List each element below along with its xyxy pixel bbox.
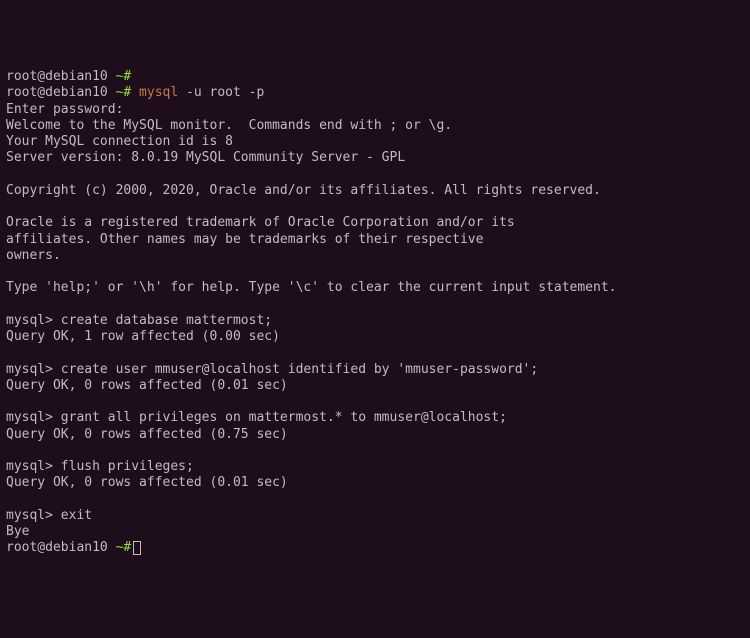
sql-result-4: Query OK, 0 rows affected (0.01 sec) [6, 475, 744, 491]
sql-flush-privileges: mysql> flush privileges; [6, 459, 744, 475]
blank-line [6, 492, 744, 508]
command-args: -u root -p [178, 85, 264, 100]
sql-grant-privileges: mysql> grant all privileges on mattermos… [6, 410, 744, 426]
output-trademark-1: Oracle is a registered trademark of Orac… [6, 215, 744, 231]
sql-result-3: Query OK, 0 rows affected (0.75 sec) [6, 427, 744, 443]
prompt-path: ~# [108, 69, 131, 84]
sql-exit: mysql> exit [6, 508, 744, 524]
prompt-path: ~# [108, 540, 131, 555]
output-bye: Bye [6, 524, 744, 540]
terminal-output[interactable]: root@debian10 ~#root@debian10 ~# mysql -… [6, 69, 744, 557]
blank-line [6, 297, 744, 313]
prompt-line-2: root@debian10 ~# mysql -u root -p [6, 85, 744, 101]
sql-result-1: Query OK, 1 row affected (0.00 sec) [6, 329, 744, 345]
command-mysql: mysql [131, 85, 178, 100]
prompt-user-host: root@debian10 [6, 85, 108, 100]
output-help: Type 'help;' or '\h' for help. Type '\c'… [6, 280, 744, 296]
output-copyright: Copyright (c) 2000, 2020, Oracle and/or … [6, 183, 744, 199]
sql-result-2: Query OK, 0 rows affected (0.01 sec) [6, 378, 744, 394]
output-trademark-2: affiliates. Other names may be trademark… [6, 232, 744, 248]
prompt-line-3: root@debian10 ~# [6, 540, 744, 556]
blank-line [6, 199, 744, 215]
blank-line [6, 345, 744, 361]
prompt-user-host: root@debian10 [6, 540, 108, 555]
blank-line [6, 167, 744, 183]
output-welcome: Welcome to the MySQL monitor. Commands e… [6, 118, 744, 134]
blank-line [6, 443, 744, 459]
sql-create-database: mysql> create database mattermost; [6, 313, 744, 329]
output-trademark-3: owners. [6, 248, 744, 264]
sql-create-user: mysql> create user mmuser@localhost iden… [6, 362, 744, 378]
prompt-line-1: root@debian10 ~# [6, 69, 744, 85]
cursor-icon [133, 541, 141, 555]
output-connection-id: Your MySQL connection id is 8 [6, 134, 744, 150]
prompt-user-host: root@debian10 [6, 69, 108, 84]
output-server-version: Server version: 8.0.19 MySQL Community S… [6, 150, 744, 166]
blank-line [6, 264, 744, 280]
blank-line [6, 394, 744, 410]
prompt-path: ~# [108, 85, 131, 100]
output-enter-password: Enter password: [6, 102, 744, 118]
